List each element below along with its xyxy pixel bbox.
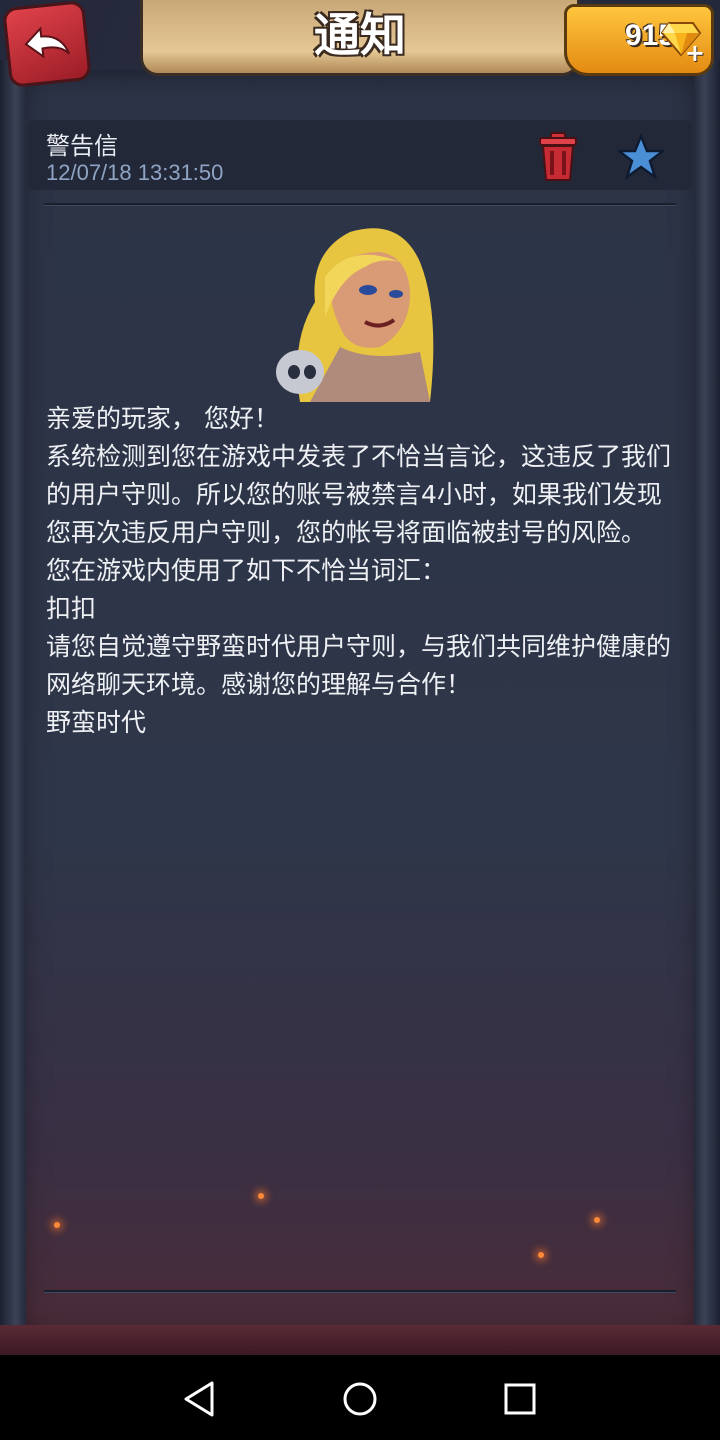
mail-signature: 野蛮时代 <box>46 708 147 737</box>
square-recent-icon[interactable] <box>498 1377 542 1421</box>
back-button[interactable] <box>2 0 92 89</box>
ember-particle <box>594 1217 600 1223</box>
mail-subject: 警告信 <box>46 132 118 160</box>
mail-paragraph: 系统检测到您在游戏中发表了不恰当言论，这违反了我们的用户守则。所以您的账号被禁言… <box>46 442 672 585</box>
mail-header: 警告信 12/07/18 13:31:50 <box>28 120 692 190</box>
ember-particle <box>258 1193 264 1199</box>
mail-paragraph: 请您自觉遵守野蛮时代用户守则，与我们共同维护健康的网络聊天环境。感谢您的理解与合… <box>46 632 672 699</box>
character-portrait <box>276 228 434 402</box>
back-arrow-icon <box>24 26 71 59</box>
ember-particle <box>538 1252 544 1258</box>
triangle-back-icon[interactable] <box>178 1377 222 1421</box>
mail-flagged-word: 扣扣 <box>46 594 97 623</box>
plus-icon: + <box>684 39 705 67</box>
header-divider <box>44 203 676 206</box>
stone-frame-left <box>0 60 26 1355</box>
mail-screen: 通知 915 + 警告信 12/07/18 13:31:50 亲爱的玩家， 您好… <box>0 0 720 1355</box>
trash-icon[interactable] <box>538 132 578 182</box>
gems-counter[interactable]: 915 + <box>564 4 714 76</box>
stone-frame-bottom <box>0 1325 720 1355</box>
mail-timestamp: 12/07/18 13:31:50 <box>46 160 224 185</box>
stone-frame-right <box>694 60 720 1355</box>
mail-body: 亲爱的玩家， 您好！ 系统检测到您在游戏中发表了不恰当言论，这违反了我们的用户守… <box>46 400 676 742</box>
page-title: 通知 <box>314 7 406 62</box>
title-banner: 通知 <box>140 0 580 76</box>
star-icon[interactable] <box>618 134 664 180</box>
footer-divider <box>44 1290 676 1293</box>
system-nav-bar <box>0 1355 720 1440</box>
ember-particle <box>54 1222 60 1228</box>
circle-home-icon[interactable] <box>338 1377 382 1421</box>
mail-greeting: 亲爱的玩家， 您好！ <box>46 404 279 433</box>
